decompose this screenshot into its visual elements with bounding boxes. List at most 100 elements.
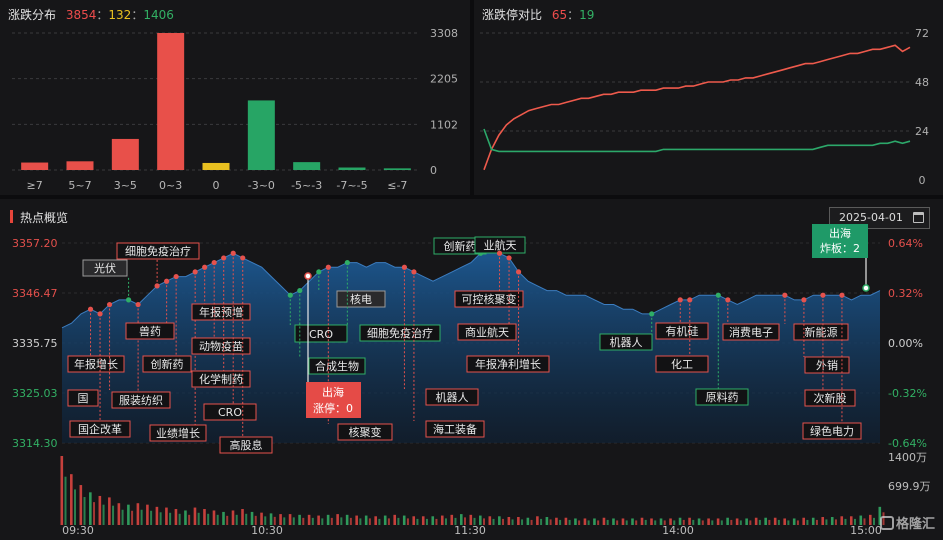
- y-tick-label: 3308: [430, 27, 458, 40]
- volume-bar: [127, 504, 130, 525]
- volume-bar: [530, 519, 533, 525]
- logo-icon: [879, 516, 894, 530]
- volume-bar: [330, 517, 333, 525]
- volume-bar: [612, 518, 615, 525]
- x-tick-label: 0~3: [159, 179, 182, 192]
- x-tick-label: ≥7: [27, 179, 43, 192]
- watermark-text: 格隆汇: [895, 517, 935, 532]
- marker-label: 创新药: [444, 239, 477, 253]
- volume-bar: [444, 518, 447, 525]
- up-limit-count: 65: [551, 8, 568, 22]
- down-limit-count: 19: [579, 8, 595, 22]
- volume-bar: [140, 509, 143, 525]
- x-tick-label: ≤-7: [387, 179, 407, 192]
- marker-label: 原料药: [706, 390, 739, 404]
- marker-dot: [725, 297, 731, 303]
- volume-bar: [834, 519, 837, 525]
- volume-bar: [317, 515, 320, 525]
- volume-bar: [707, 518, 710, 525]
- volume-bar: [302, 517, 305, 525]
- volume-bar: [359, 518, 362, 525]
- marker-dot: [506, 255, 512, 261]
- volume-bar: [349, 517, 352, 525]
- volume-bar: [488, 516, 492, 525]
- marker-label: 绿色电力: [810, 424, 854, 438]
- volume-bar: [825, 519, 828, 525]
- volume-bar: [597, 520, 600, 525]
- x-tick-label: 10:30: [251, 524, 283, 537]
- volume-bar: [108, 497, 111, 525]
- y-tick-label: 1102: [430, 118, 458, 131]
- marker-dot: [106, 301, 113, 308]
- marker-dot: [125, 297, 132, 303]
- y-right-tick: 0.64%: [888, 237, 923, 250]
- marker-label: 年报预增: [199, 305, 243, 319]
- volume-bar: [498, 516, 501, 525]
- volume-bar: [583, 518, 587, 525]
- volume-bar: [806, 519, 809, 525]
- volume-bar: [421, 516, 425, 525]
- marker-dot: [230, 250, 236, 256]
- volume-bar: [197, 512, 200, 525]
- volume-bar: [416, 518, 419, 525]
- y-tick-label: 0: [430, 164, 437, 177]
- volume-bar: [511, 519, 514, 525]
- x-tick-label: 15:00: [850, 524, 882, 537]
- volume-bar: [549, 519, 552, 525]
- marker-dot: [649, 311, 655, 317]
- volume-bar: [587, 520, 590, 525]
- volume-bar: [830, 517, 834, 525]
- sep: ：: [131, 8, 144, 22]
- marker-dot: [173, 273, 179, 280]
- bar: [111, 138, 139, 170]
- volume-bar: [815, 519, 818, 525]
- volume-bar: [764, 517, 767, 525]
- marker-label: 年报增长: [74, 357, 118, 371]
- sep: ：: [96, 8, 109, 22]
- marker-dot: [135, 301, 141, 308]
- volume-bar: [397, 517, 400, 525]
- volume-bar: [654, 520, 657, 525]
- volume-bar: [340, 517, 343, 525]
- volume-bar: [564, 517, 568, 525]
- volume-bar: [288, 514, 292, 525]
- marker-dot: [401, 264, 408, 270]
- volume-bar: [431, 516, 435, 525]
- marker-dot: [154, 283, 160, 289]
- volume-bar: [701, 520, 704, 525]
- volume-bar: [89, 492, 92, 525]
- volume-bar: [754, 517, 758, 525]
- distribution-chart: 3308 2205 1102 0 ≥7 5~7 3~5 0~3 0 -3~0 -5~-3 -7~-5 ≤…: [12, 27, 458, 192]
- marker-dot: [221, 255, 227, 261]
- marker-label: 细胞免疫治疗: [367, 326, 433, 340]
- volume-bar: [79, 485, 83, 525]
- volume-bar: [311, 517, 314, 525]
- marker-label: 消费电子: [729, 325, 773, 339]
- volume-bar: [364, 515, 368, 525]
- volume-bar: [574, 518, 577, 525]
- marker-dot: [325, 264, 331, 270]
- volume-bar: [796, 520, 799, 525]
- volume-bar: [226, 515, 229, 525]
- volume-bar: [536, 516, 539, 525]
- callout-line1: 出海: [829, 226, 851, 240]
- volume-bar: [326, 514, 330, 525]
- y-left-tick: 3314.30: [12, 437, 58, 450]
- volume-bar: [368, 518, 371, 525]
- marker-dot: [97, 311, 103, 317]
- volume-bar: [378, 518, 381, 525]
- volume-bar: [840, 516, 844, 525]
- volume-bar: [616, 520, 619, 525]
- volume-bar: [568, 519, 571, 525]
- callout-line1: 出海: [322, 385, 344, 399]
- volume-bar: [758, 519, 761, 525]
- y-tick-label: 72: [915, 27, 929, 40]
- volume-bar: [203, 509, 206, 525]
- marker-dot: [839, 292, 845, 298]
- volume-bar: [355, 515, 358, 525]
- volume-bar: [412, 516, 416, 525]
- volume-bar: [450, 514, 454, 525]
- volume-bar: [245, 513, 248, 525]
- volume-bar: [602, 517, 606, 525]
- volume-bar: [117, 503, 121, 525]
